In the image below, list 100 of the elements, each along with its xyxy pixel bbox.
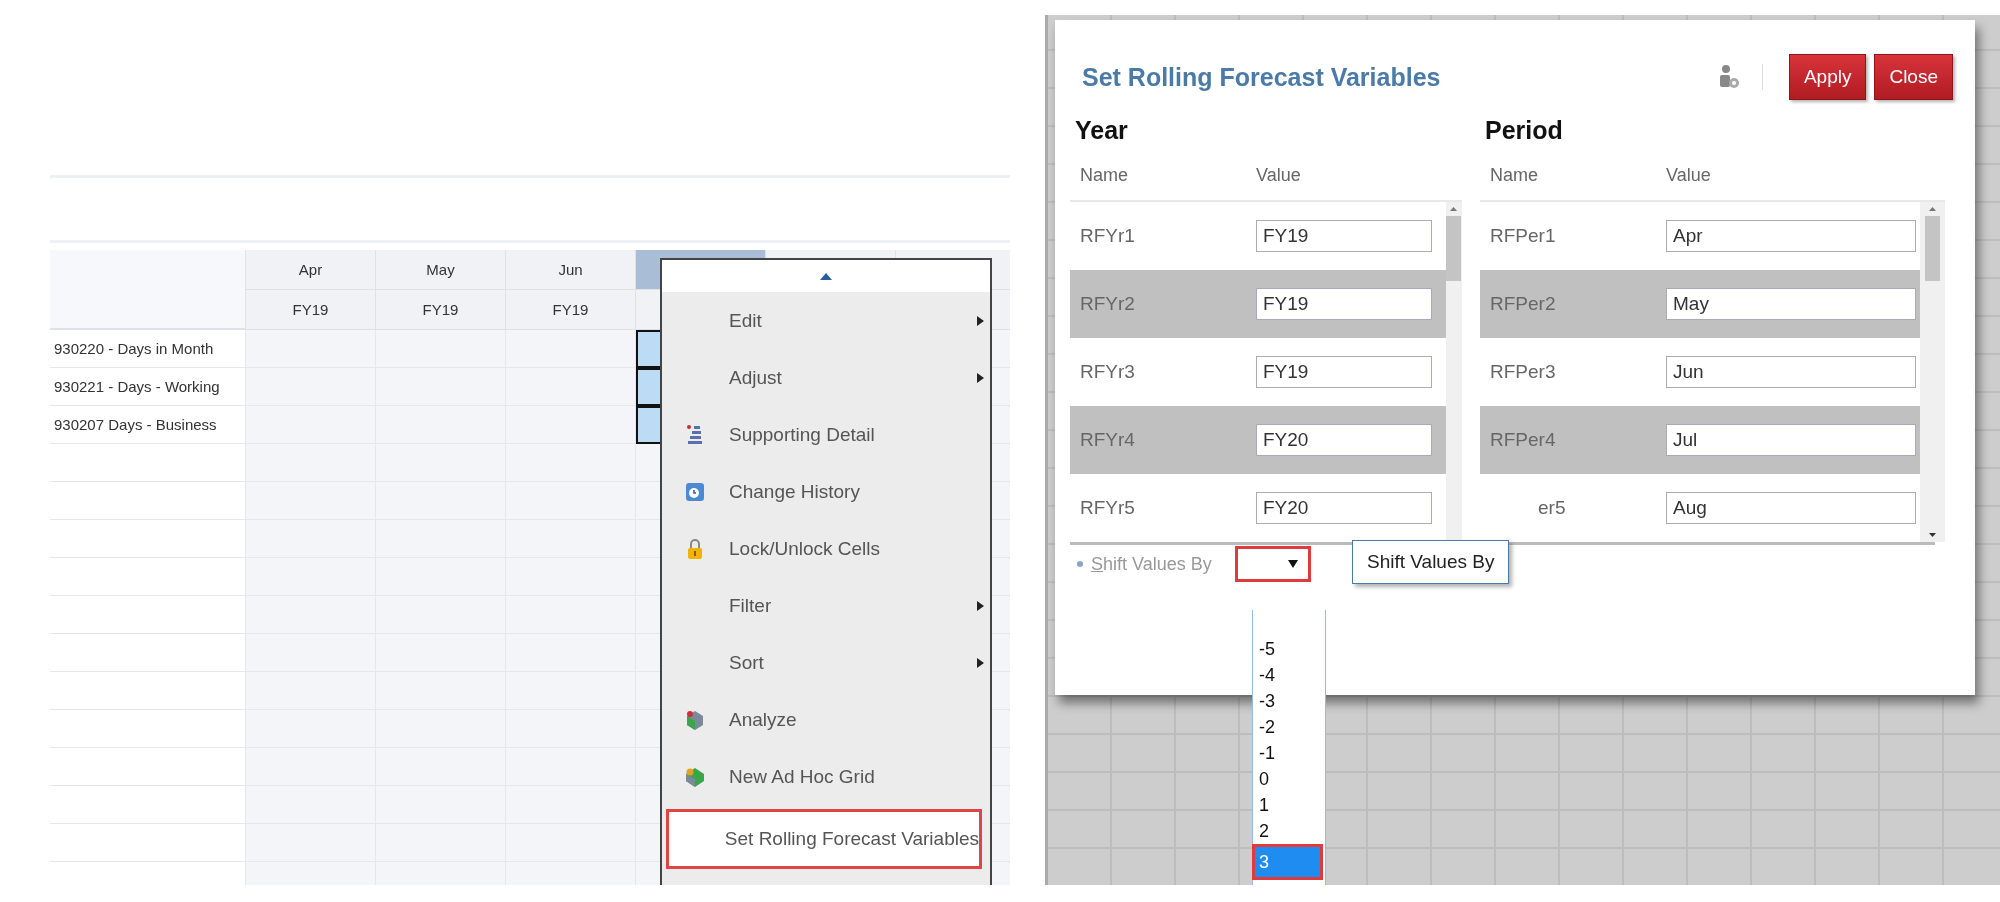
dropdown-option[interactable]: -2 [1257, 714, 1317, 740]
value-field[interactable]: Apr [1666, 220, 1916, 252]
variable-name: RFYr4 [1079, 429, 1136, 451]
table-row[interactable]: RFYr4 FY20 [1070, 406, 1446, 474]
dropdown-option[interactable]: -3 [1257, 688, 1317, 714]
dropdown-option[interactable]: 1 [1257, 792, 1317, 818]
variable-name: RFYr3 [1079, 361, 1136, 383]
variable-name: RFPer2 [1489, 293, 1557, 315]
variable-name: RFPer4 [1489, 429, 1557, 451]
menu-item[interactable]: Set Rolling Forecast Variables [666, 809, 982, 869]
scrollbar-thumb[interactable] [1925, 216, 1940, 281]
user-gear-icon[interactable] [1717, 64, 1740, 90]
value-field[interactable]: Aug [1666, 492, 1916, 524]
grid-cell[interactable] [246, 824, 376, 862]
shift-select[interactable] [1235, 546, 1311, 582]
column-header[interactable]: FY19 [506, 290, 636, 330]
grid-cell[interactable] [246, 596, 376, 634]
value-field[interactable]: May [1666, 288, 1916, 320]
grid-cell[interactable] [246, 444, 376, 482]
value-field[interactable]: Jul [1666, 424, 1916, 456]
grid-cell[interactable] [246, 330, 376, 368]
cube-icon [684, 708, 705, 731]
variable-name: RFYr1 [1079, 225, 1136, 247]
variable-name: RFPer1 [1489, 225, 1557, 247]
grid-cell[interactable] [246, 672, 376, 710]
grid-cell[interactable] [246, 482, 376, 520]
menu-item[interactable]: Adjust [662, 349, 990, 406]
clock-window-icon [684, 481, 705, 502]
value-field[interactable]: FY20 [1256, 492, 1432, 524]
grid-cell[interactable] [246, 406, 376, 444]
dialog-button[interactable]: Close [1874, 54, 1953, 100]
table-row[interactable]: RFYr1 FY19 [1070, 202, 1446, 270]
column-header[interactable]: May [376, 250, 506, 290]
variable-name: RFYr5 [1079, 497, 1136, 519]
grid-cell[interactable] [246, 748, 376, 786]
submenu-arrow-icon [977, 601, 984, 611]
column-header: Value [1666, 164, 1711, 186]
column-header[interactable]: FY19 [376, 290, 506, 330]
grid-cell[interactable] [246, 634, 376, 672]
section-heading: Year [1074, 114, 1129, 146]
column-header[interactable]: Jun [506, 250, 636, 290]
dropdown-option[interactable]: -4 [1257, 662, 1317, 688]
grid-cell[interactable] [246, 368, 376, 406]
value-field[interactable]: FY19 [1256, 288, 1432, 320]
grid-cell[interactable] [246, 558, 376, 596]
variable-name: RFYr2 [1079, 293, 1136, 315]
column-header: Name [1490, 164, 1539, 186]
table-row[interactable]: RFPer3 Jun [1480, 338, 1920, 406]
column-header: Name [1080, 164, 1129, 186]
variable-name: RFPer3 [1489, 361, 1557, 383]
menu-item[interactable]: Lock/Unlock Cells [662, 520, 990, 577]
column-header: Value [1256, 164, 1301, 186]
lock-icon [686, 537, 703, 560]
stacked-bars-icon [685, 423, 704, 446]
table-row[interactable]: RFPer1 Apr [1480, 202, 1920, 270]
dropdown-option[interactable]: -5 [1257, 636, 1317, 662]
tooltip: Shift Values By [1352, 540, 1510, 584]
value-field[interactable]: FY19 [1256, 220, 1432, 252]
submenu-arrow-icon [977, 658, 984, 668]
table-row[interactable]: RFYr2 FY19 [1070, 270, 1446, 338]
grid-cell[interactable] [506, 444, 636, 482]
menu-item[interactable]: Analyze [662, 691, 990, 748]
menu-item[interactable]: New Ad Hoc Grid [662, 748, 990, 805]
section-heading: Period [1484, 114, 1564, 146]
variable-name: er5 [1537, 497, 1567, 519]
value-field[interactable]: FY20 [1256, 424, 1432, 456]
column-header[interactable]: FY19 [246, 290, 376, 330]
menu-item[interactable]: Change History [662, 463, 990, 520]
dropdown-option[interactable]: -1 [1257, 740, 1317, 766]
grid-cell[interactable] [506, 330, 636, 368]
grid-cell[interactable] [246, 710, 376, 748]
table-row[interactable]: RFYr3 FY19 [1070, 338, 1446, 406]
menu-item[interactable]: Filter [662, 577, 990, 634]
menu-item[interactable]: Edit [662, 292, 990, 349]
dropdown-option[interactable]: 2 [1257, 818, 1317, 844]
scrollbar-thumb[interactable] [1446, 216, 1461, 281]
table-row[interactable]: er5 Aug [1480, 474, 1920, 542]
cube-icon [683, 765, 706, 788]
scrollbar[interactable] [1920, 202, 1945, 542]
field-label: Shift Values By [1091, 553, 1213, 575]
scrollbar[interactable] [1446, 202, 1462, 542]
grid-cell[interactable] [246, 520, 376, 558]
table-row[interactable]: RFPer2 May [1480, 270, 1920, 338]
menu-item[interactable]: Sort [662, 634, 990, 691]
value-field[interactable]: Jun [1666, 356, 1916, 388]
scroll-up-icon[interactable] [818, 271, 834, 281]
dialog-title: Set Rolling Forecast Variables [1082, 62, 1442, 92]
value-field[interactable]: FY19 [1256, 356, 1432, 388]
table-row[interactable]: RFYr5 FY20 [1070, 474, 1446, 542]
column-header[interactable]: Apr [246, 250, 376, 290]
dialog-button[interactable]: Apply [1788, 54, 1867, 100]
grid-cell[interactable] [506, 406, 636, 444]
menu-item[interactable]: Supporting Detail [662, 406, 990, 463]
table-row[interactable]: RFPer4 Jul [1480, 406, 1920, 474]
grid-cell[interactable] [506, 368, 636, 406]
submenu-arrow-icon [977, 316, 984, 326]
submenu-arrow-icon [977, 373, 984, 383]
dropdown-option[interactable]: 0 [1257, 766, 1317, 792]
grid-cell[interactable] [246, 786, 376, 824]
dropdown-arrow-icon [1288, 560, 1298, 568]
